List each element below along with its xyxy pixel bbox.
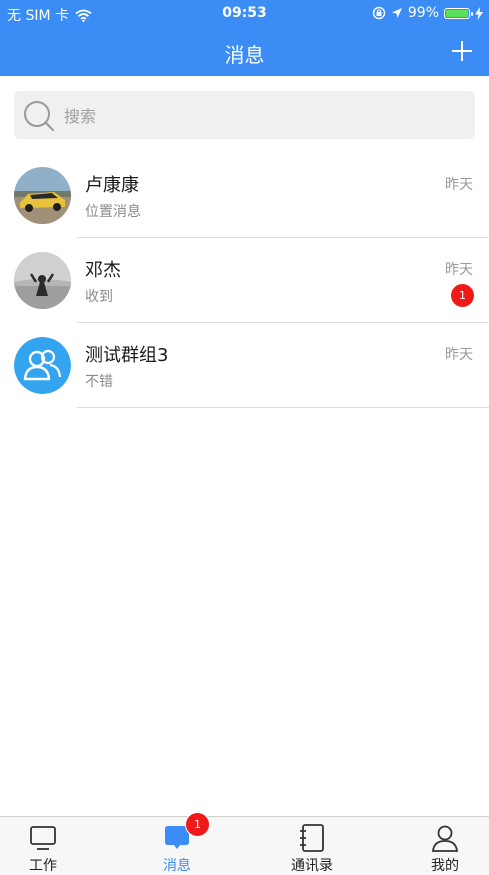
tab-label: 消息 <box>163 858 191 874</box>
user-icon <box>432 825 458 852</box>
charging-bolt-icon <box>475 6 483 20</box>
tab-work[interactable]: 工作 <box>3 817 83 875</box>
conversation-item[interactable]: 测试群组3 不错 昨天 <box>0 323 489 408</box>
monitor-icon <box>30 826 56 850</box>
tab-profile[interactable]: 我的 <box>405 817 485 875</box>
tab-label: 工作 <box>29 858 57 874</box>
message-preview: 收到 <box>85 289 113 305</box>
divider <box>77 407 489 408</box>
tab-contacts[interactable]: 通讯录 <box>272 817 352 875</box>
tab-label: 通讯录 <box>291 858 333 874</box>
message-preview: 位置消息 <box>85 204 141 220</box>
add-button[interactable] <box>450 39 474 63</box>
search-input[interactable] <box>62 91 466 141</box>
nav-bar: 消息 <box>0 28 489 76</box>
search-bar[interactable] <box>14 91 475 141</box>
avatar-person-photo <box>14 252 71 309</box>
message-time: 昨天 <box>445 347 473 363</box>
conversation-item[interactable]: 邓杰 收到 昨天 1 <box>0 238 489 323</box>
battery-fill <box>446 9 468 17</box>
tab-messages[interactable]: 1 消息 <box>137 812 217 875</box>
location-arrow-icon <box>391 8 402 18</box>
conversation-item[interactable]: 卢康康 位置消息 昨天 <box>0 153 489 238</box>
battery-percent: 99% <box>407 5 439 21</box>
message-preview: 不错 <box>85 374 113 390</box>
conversation-list: 卢康康 位置消息 昨天 邓杰 收到 昨天 1 测试群组3 不错 昨天 <box>0 153 489 408</box>
tab-bar: 工作 1 消息 通讯录 我的 <box>0 812 489 875</box>
unread-badge: 1 <box>451 284 474 307</box>
contact-name: 邓杰 <box>85 260 121 281</box>
battery-tip <box>471 11 473 16</box>
status-bar: 无 SIM 卡 09:53 99% <box>0 0 489 28</box>
tab-unread-badge: 1 <box>185 812 210 837</box>
orientation-lock-icon <box>372 6 386 20</box>
avatar-group-icon <box>14 337 71 394</box>
status-right: 99% <box>372 5 483 21</box>
message-time: 昨天 <box>445 262 473 278</box>
contact-name: 卢康康 <box>85 175 139 196</box>
contact-name: 测试群组3 <box>85 345 169 366</box>
page-title: 消息 <box>224 43 265 67</box>
battery-icon <box>444 7 473 19</box>
message-time: 昨天 <box>445 177 473 193</box>
avatar-car-photo <box>14 167 71 224</box>
search-icon <box>24 101 55 132</box>
contacts-book-icon <box>300 824 324 852</box>
tab-label: 我的 <box>431 858 459 874</box>
